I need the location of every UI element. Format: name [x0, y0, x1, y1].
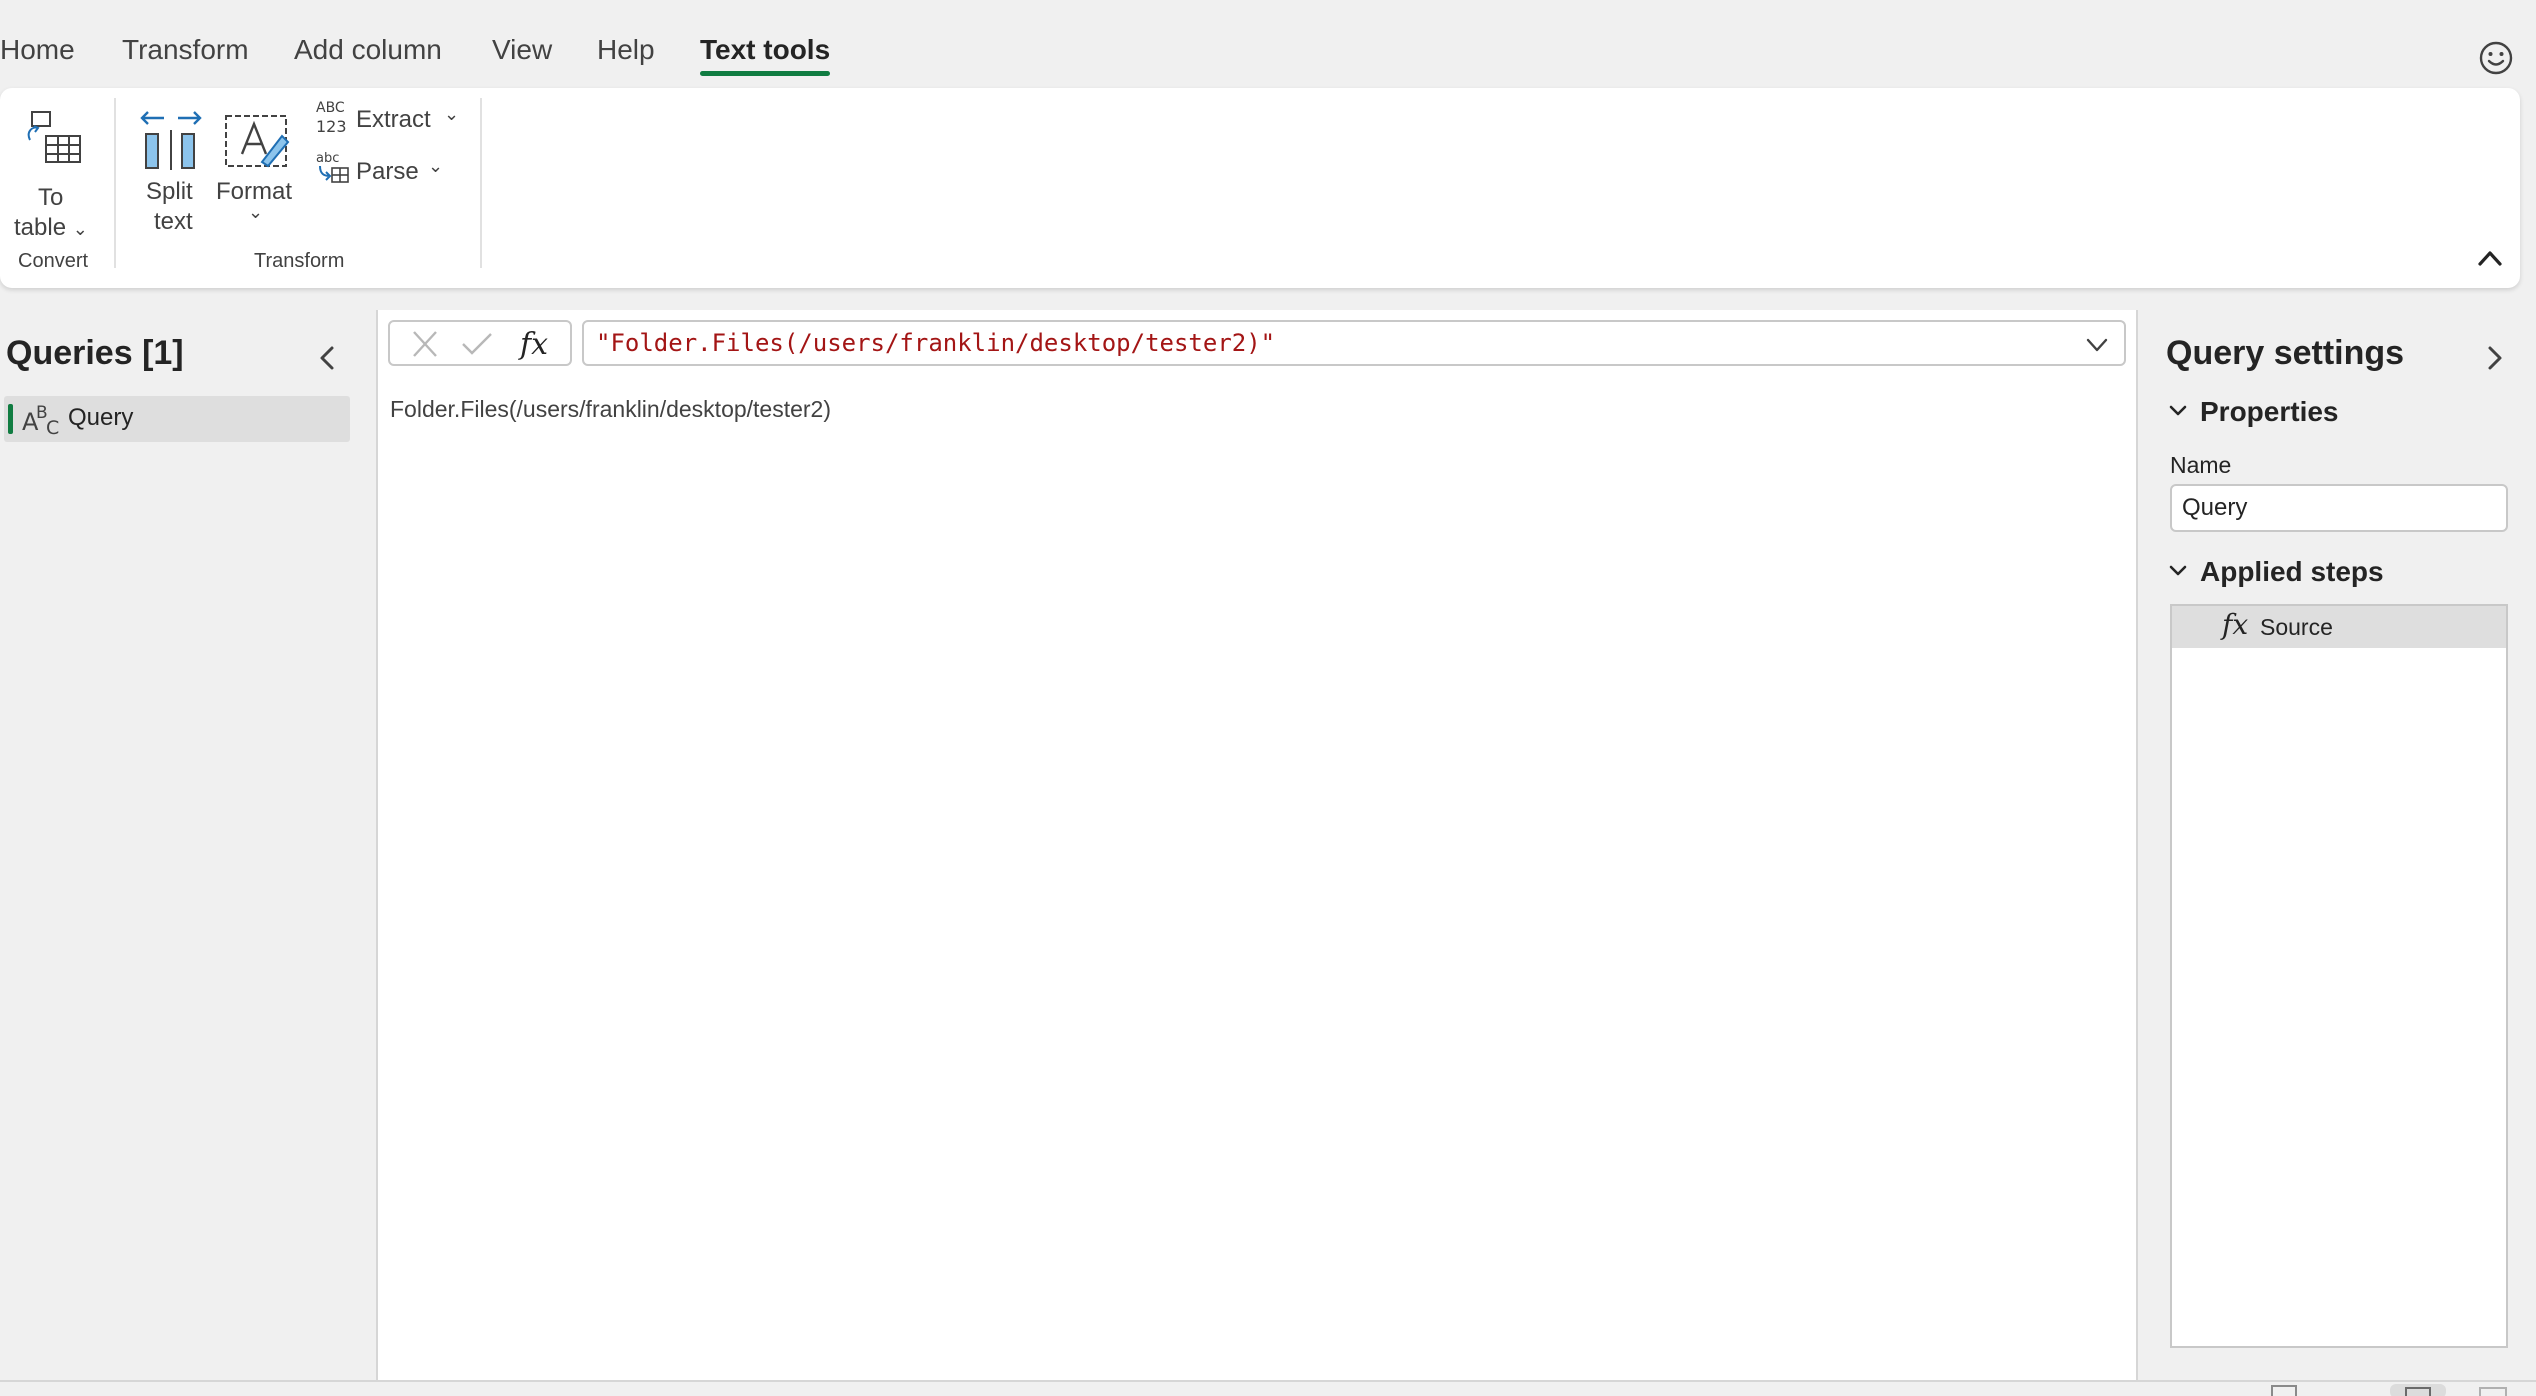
svg-text:abc: abc: [316, 151, 339, 166]
tab-view[interactable]: View: [492, 30, 552, 74]
applied-steps-heading: Applied steps: [2200, 556, 2384, 587]
chevron-down-icon: ⌄: [428, 156, 444, 176]
formula-actions: fx: [388, 320, 572, 366]
chevron-right-icon[interactable]: [2478, 342, 2510, 374]
query-item-label: Query: [68, 404, 134, 431]
to-table-button[interactable]: To table ⌄: [10, 98, 98, 241]
extract-button[interactable]: ABC 123 Extract ⌄: [312, 98, 464, 142]
smiley-icon[interactable]: [2478, 40, 2514, 76]
applied-step-label: Source: [2260, 614, 2333, 640]
group-divider: [480, 98, 482, 268]
svg-text:ABC: ABC: [316, 100, 345, 116]
query-name-input[interactable]: [2170, 484, 2508, 532]
query-settings-panel: Query settings Properties Name Applied s…: [2138, 310, 2536, 1380]
ribbon: To table ⌄ Convert Split text Format ⌄ A: [0, 88, 2520, 288]
tab-home[interactable]: Home: [0, 30, 75, 74]
name-label: Name: [2170, 452, 2232, 478]
settings-title: Query settings: [2166, 334, 2405, 372]
group-divider: [114, 98, 116, 268]
cancel-icon[interactable]: [410, 330, 440, 358]
abc-text-icon: A B C: [22, 403, 59, 438]
diagram-view-icon[interactable]: [2270, 1384, 2300, 1396]
schema-view-icon[interactable]: [2476, 1384, 2510, 1396]
result-value: Folder.Files(/users/franklin/desktop/tes…: [390, 396, 832, 422]
format-button[interactable]: Format ⌄: [212, 98, 302, 238]
chevron-down-icon: ⌄: [248, 202, 264, 222]
chevron-down-icon[interactable]: [2082, 330, 2112, 360]
to-table-icon: [27, 111, 81, 163]
commit-icon[interactable]: [460, 330, 494, 358]
menu-bar: Home Transform Add column View Help Text…: [0, 16, 2536, 88]
formula-bar[interactable]: "Folder.Files(/users/franklin/desktop/te…: [582, 320, 2126, 366]
tab-help[interactable]: Help: [597, 30, 655, 74]
split-text-icon: [140, 111, 202, 170]
extract-icon: ABC 123: [316, 100, 347, 136]
query-list-item[interactable]: A B C Query: [4, 396, 350, 442]
properties-section-toggle[interactable]: Properties: [2166, 396, 2339, 428]
split-text-button[interactable]: Split text: [132, 98, 210, 238]
parse-label: Parse: [356, 158, 419, 185]
svg-text:123: 123: [316, 117, 347, 136]
applied-step-item[interactable]: fx Source: [2172, 606, 2506, 648]
format-icon: [225, 115, 290, 168]
svg-text:fx: fx: [518, 327, 548, 362]
split-text-label-2: text: [154, 208, 193, 235]
split-text-label-1: Split: [146, 178, 193, 205]
chevron-down-icon: ⌄: [444, 104, 460, 124]
to-table-label-1: To: [38, 184, 64, 211]
table-view-icon[interactable]: [2390, 1384, 2446, 1396]
fx-icon[interactable]: fx: [518, 326, 558, 362]
applied-steps-section-toggle[interactable]: Applied steps: [2166, 556, 2384, 588]
chevron-down-icon: ⌄: [72, 219, 88, 239]
queries-panel: Queries [1] A B C Query: [0, 310, 376, 1380]
tab-transform[interactable]: Transform: [122, 30, 249, 74]
chevron-down-icon: [2169, 405, 2187, 416]
parse-button[interactable]: abc Parse ⌄: [312, 150, 448, 194]
fx-icon: fx: [2222, 608, 2249, 641]
chevron-down-icon: [2169, 565, 2187, 576]
parse-icon: abc: [316, 151, 349, 183]
group-label-convert: Convert: [18, 250, 89, 272]
group-label-transform: Transform: [254, 250, 345, 272]
main-panel: fx "Folder.Files(/users/franklin/desktop…: [376, 310, 2138, 1380]
tab-add-column[interactable]: Add column: [294, 30, 442, 74]
status-bar: [0, 1380, 2536, 1396]
extract-label: Extract: [356, 106, 431, 133]
queries-title: Queries [1]: [6, 334, 184, 372]
tab-text-tools[interactable]: Text tools: [700, 30, 831, 76]
to-table-label-2: table: [14, 214, 67, 241]
properties-heading: Properties: [2200, 396, 2339, 427]
svg-text:C: C: [46, 417, 59, 438]
chevron-left-icon[interactable]: [312, 342, 344, 374]
applied-steps-list: fx Source: [2170, 604, 2508, 1348]
collapse-ribbon-icon[interactable]: [2472, 240, 2508, 276]
formula-text[interactable]: "Folder.Files(/users/franklin/desktop/te…: [596, 329, 1275, 357]
